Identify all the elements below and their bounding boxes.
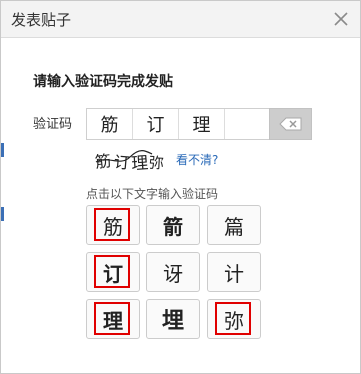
captcha-char-grid: 筋 箭 篇 订 讶 计 理 埋 弥 xyxy=(86,205,264,345)
captcha-slot-3: 理 xyxy=(179,109,225,139)
dialog-title: 发表贴子 xyxy=(11,11,72,29)
background-edge-mark xyxy=(1,143,4,157)
char-option-6[interactable]: 计 xyxy=(207,252,261,292)
dialog-titlebar: 发表贴子 xyxy=(1,1,360,38)
captcha-image-char-3: 理 xyxy=(131,153,149,173)
post-dialog: 发表贴子 请输入验证码完成发贴 验证码 筋 订 理 筋 订 理 弥 看不清? 点… xyxy=(0,0,361,374)
close-icon[interactable] xyxy=(330,8,352,30)
char-option-label: 理 xyxy=(103,308,123,333)
char-option-2[interactable]: 箭 xyxy=(146,205,200,245)
char-option-5[interactable]: 讶 xyxy=(146,252,200,292)
char-option-7[interactable]: 理 xyxy=(86,299,140,339)
captcha-image: 筋 订 理 弥 xyxy=(94,150,164,173)
captcha-slot-4 xyxy=(225,109,265,139)
char-option-8[interactable]: 埋 xyxy=(146,299,200,339)
background-edge-mark xyxy=(1,207,4,221)
char-option-3[interactable]: 篇 xyxy=(207,205,261,245)
backspace-icon xyxy=(278,117,301,131)
captcha-image-char-2: 订 xyxy=(113,152,131,172)
char-option-label: 埋 xyxy=(161,309,184,334)
char-option-label: 箭 xyxy=(163,214,183,239)
backspace-button[interactable] xyxy=(269,108,312,140)
captcha-instruction: 点击以下文字输入验证码 xyxy=(86,187,219,201)
char-option-label: 弥 xyxy=(224,308,244,333)
char-option-label: 讶 xyxy=(163,261,183,286)
char-option-label: 筋 xyxy=(103,214,123,239)
char-option-1[interactable]: 筋 xyxy=(86,205,140,245)
captcha-slot-2: 订 xyxy=(133,109,179,139)
char-option-label: 计 xyxy=(224,261,244,286)
char-option-label: 篇 xyxy=(224,214,244,239)
char-option-9[interactable]: 弥 xyxy=(207,299,261,339)
captcha-image-char-4: 弥 xyxy=(148,154,164,173)
refresh-captcha-link[interactable]: 看不清? xyxy=(176,151,218,168)
captcha-heading: 请输入验证码完成发贴 xyxy=(33,74,173,90)
captcha-label: 验证码 xyxy=(33,117,73,132)
captcha-slot-1: 筋 xyxy=(87,109,133,139)
char-option-4[interactable]: 订 xyxy=(86,252,140,292)
char-option-label: 订 xyxy=(103,261,123,286)
